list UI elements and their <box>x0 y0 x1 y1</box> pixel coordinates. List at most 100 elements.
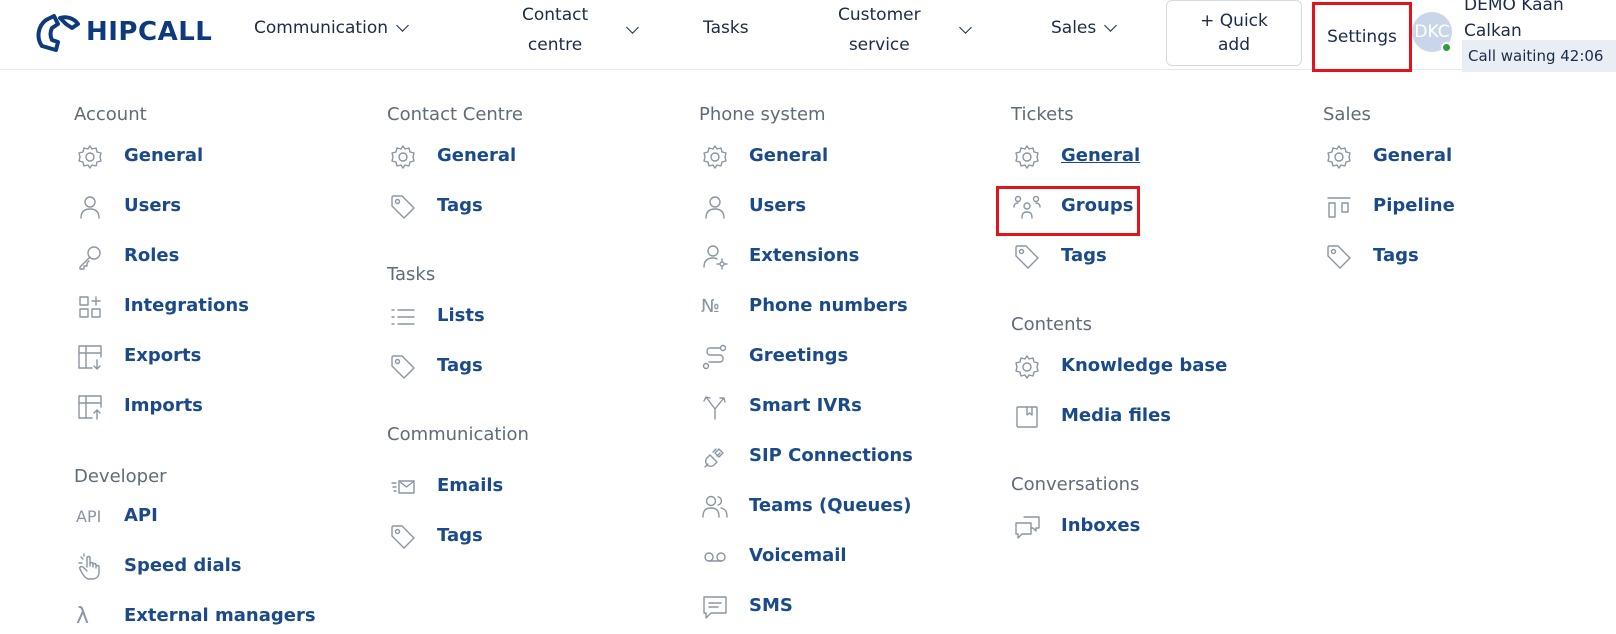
phone-logo-icon <box>36 14 80 52</box>
hipcall-logo[interactable]: HIPCALL <box>34 12 212 52</box>
pipeline-icon <box>1325 193 1353 221</box>
section-title-contents: Contents <box>1011 314 1092 335</box>
menu-label: Tags <box>437 195 483 216</box>
top-navigation: HIPCALL Communication Contact centre Tas… <box>0 0 1616 72</box>
menu-label: General <box>124 145 204 166</box>
menu-label: General <box>749 145 829 166</box>
quick-add-line2: add <box>1218 35 1250 55</box>
gear-icon <box>389 143 417 171</box>
api-icon: API <box>76 503 104 531</box>
menu-label: Tags <box>437 355 483 376</box>
chat-icon <box>1013 513 1041 541</box>
menu-label: Voicemail <box>749 545 847 566</box>
tag-icon <box>389 523 417 551</box>
menu-label: Teams (Queues) <box>749 495 912 516</box>
chevron-down-icon <box>396 19 409 32</box>
menu-label: Emails <box>437 475 504 496</box>
nav-contact-centre[interactable]: Contact centre <box>522 0 640 60</box>
media-icon <box>1013 403 1041 431</box>
team-icon <box>701 493 729 521</box>
section-title-developer: Developer <box>74 466 167 487</box>
tap-icon <box>76 553 104 581</box>
call-waiting-badge[interactable]: Call waiting 42:06 <box>1462 40 1616 72</box>
menu-label: General <box>1373 145 1453 166</box>
menu-label: External managers <box>124 605 316 626</box>
nav-customer-service-line2: service <box>848 35 910 55</box>
menu-label: Smart IVRs <box>749 395 862 416</box>
section-title-sales: Sales <box>1323 104 1371 125</box>
menu-label: General <box>437 145 517 166</box>
menu-label: Users <box>124 195 182 216</box>
nav-tasks[interactable]: Tasks <box>703 18 749 38</box>
nav-communication[interactable]: Communication <box>254 18 409 38</box>
plug-icon <box>701 443 729 471</box>
call-waiting-text: Call waiting 42:06 <box>1468 47 1604 65</box>
gear-icon <box>701 143 729 171</box>
quick-add-line1: + Quick <box>1200 11 1268 31</box>
menu-label: Extensions <box>749 245 860 266</box>
quick-add-button[interactable]: + Quick add <box>1166 0 1302 66</box>
voicemail-icon <box>701 543 729 571</box>
greeting-icon <box>701 343 729 371</box>
gear-icon <box>1013 353 1041 381</box>
nav-customer-service[interactable]: Customer service <box>838 0 972 60</box>
avatar-initials: DKC <box>1414 22 1450 42</box>
menu-label: Imports <box>124 395 203 416</box>
list-icon <box>389 303 417 331</box>
menu-label: SIP Connections <box>749 445 913 466</box>
sms-icon <box>701 593 729 621</box>
menu-label: Tags <box>1061 245 1107 266</box>
section-title-communication: Communication <box>387 424 529 445</box>
user-name-line1: DEMO Kaan <box>1464 0 1564 15</box>
settings-button[interactable]: Settings <box>1312 2 1412 72</box>
brand-name: HIPCALL <box>86 17 213 47</box>
section-title-phone-system: Phone system <box>699 104 826 125</box>
nav-customer-service-line1: Customer <box>838 5 921 25</box>
gear-icon <box>76 143 104 171</box>
nav-contact-centre-line1: Contact <box>522 5 589 25</box>
user-icon <box>701 193 729 221</box>
section-title-conversations: Conversations <box>1011 474 1140 495</box>
menu-label: Speed dials <box>124 555 242 576</box>
nav-tasks-label: Tasks <box>703 18 749 38</box>
lambda-icon-text: λ <box>76 604 90 629</box>
user-gear-icon <box>701 243 729 271</box>
user-name[interactable]: DEMO Kaan Calkan <box>1464 0 1614 44</box>
chevron-down-icon <box>958 21 972 34</box>
menu-label: Exports <box>124 345 202 366</box>
numero-icon-text: № <box>701 296 720 317</box>
integrations-icon <box>76 293 104 321</box>
menu-label: Users <box>749 195 807 216</box>
nav-sales-label: Sales <box>1051 18 1097 38</box>
online-status-dot <box>1441 42 1452 53</box>
nav-communication-label: Communication <box>254 18 388 38</box>
user-icon <box>76 193 104 221</box>
nav-contact-centre-line2: centre <box>527 35 583 55</box>
menu-label: General <box>1061 145 1141 166</box>
menu-label: API <box>124 505 158 526</box>
api-icon-text: API <box>76 507 102 526</box>
section-title-contact-centre: Contact Centre <box>387 104 523 125</box>
export-icon <box>76 343 104 371</box>
ivr-icon <box>701 393 729 421</box>
tag-icon <box>389 353 417 381</box>
settings-label: Settings <box>1327 27 1397 47</box>
nav-sales[interactable]: Sales <box>1051 18 1118 38</box>
email-icon <box>389 473 417 501</box>
tag-icon <box>1325 243 1353 271</box>
menu-label: Greetings <box>749 345 849 366</box>
menu-label: Groups <box>1061 195 1134 216</box>
gear-icon <box>1325 143 1353 171</box>
import-icon <box>76 393 104 421</box>
menu-label: Phone numbers <box>749 295 908 316</box>
section-title-tickets: Tickets <box>1011 104 1074 125</box>
tag-icon <box>1013 243 1041 271</box>
chevron-down-icon <box>1104 19 1118 32</box>
gear-icon <box>1013 143 1041 171</box>
menu-label: SMS <box>749 595 793 616</box>
menu-label: Integrations <box>124 295 249 316</box>
menu-label: Tags <box>1373 245 1419 266</box>
menu-label: Inboxes <box>1061 515 1141 536</box>
menu-label: Knowledge base <box>1061 355 1228 376</box>
menu-label: Tags <box>437 525 483 546</box>
